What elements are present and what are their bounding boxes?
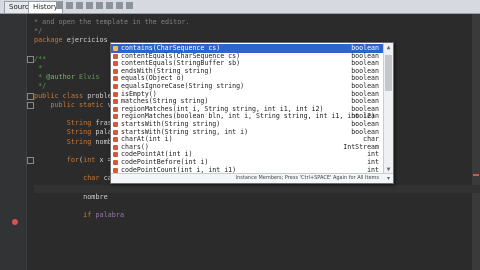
method-icon [113,106,118,112]
line-number-gutter [0,14,27,270]
find-icon[interactable] [76,2,83,9]
method-icon [113,68,118,74]
completion-hint: Instance Members; Press 'Ctrl+SPACE' Aga… [235,175,379,181]
code-token: * [34,64,43,72]
code-line: * and open the template in the editor. [34,18,190,26]
toolbar-icons [56,2,133,11]
method-icon [113,61,118,67]
method-icon [113,160,118,165]
completion-footer: Instance Members; Press 'Ctrl+SPACE' Aga… [111,173,393,183]
fold-icon[interactable] [27,101,34,109]
method-icon [113,122,118,127]
code-token: proble [87,91,112,100]
method-icon [113,144,118,150]
code-token: * [34,73,47,82]
code-token: palabra [95,211,125,220]
scroll-up-icon[interactable]: ▲ [385,44,392,51]
code-token: nombre [34,192,108,201]
scroll-thumb[interactable] [385,55,392,91]
method-icon [113,152,118,158]
code-token: char [34,174,104,183]
code-token: String [34,119,96,128]
error-icon [12,219,18,225]
fold-icon[interactable] [27,55,34,63]
method-icon [113,114,118,120]
code-token: int [83,156,100,164]
code-line: /** [34,55,46,63]
fold-icon[interactable] [27,157,34,164]
code-token: for [34,156,80,164]
scroll-down-icon[interactable]: ▼ [385,166,392,173]
code-line: */ [34,27,42,35]
code-line: * @author Elvis [34,73,100,82]
code-token: /** [34,54,47,63]
code-line: for(int x = [34,156,112,164]
method-icon [113,129,118,135]
editor-toolbar: Source History [0,0,480,14]
back-icon[interactable] [56,2,63,9]
toggle-bookmark-icon[interactable] [86,2,93,9]
code-line: public static v [34,100,111,109]
record-macro-icon[interactable] [126,2,133,9]
fold-icon[interactable] [27,92,34,100]
code-line: package ejercicios [34,36,108,44]
code-line: char car [34,174,116,182]
code-line: public class proble [34,92,112,100]
shift-right-icon[interactable] [106,2,113,9]
method-icon [113,84,118,89]
method-icon [113,76,118,82]
forward-icon[interactable] [66,2,73,9]
code-token: public static [34,100,108,109]
code-completion-popup[interactable]: contains(CharSequence cs) boolean contentE… [110,42,394,184]
code-line: String nombr [34,138,116,146]
method-icon [113,99,118,105]
code-line: String palab [34,128,116,136]
code-token: String [34,128,96,137]
code-token: String [34,137,96,146]
code-token: */ [34,82,47,91]
method-icon [113,91,118,97]
code-line: nombre [34,193,108,201]
shift-left-icon[interactable] [96,2,103,9]
code-token: if [34,211,96,220]
code-line: * [34,64,42,72]
code-token: public class [34,91,88,100]
method-icon [113,167,118,173]
code-token: */ [34,27,43,36]
code-token: package [34,36,67,45]
method-icon [113,53,118,59]
comment-icon[interactable] [116,2,123,9]
code-token: @author [46,73,75,82]
method-icon [113,137,118,143]
chevron-down-icon[interactable]: ▾ [387,174,390,183]
code-line: String frase [34,119,116,127]
code-token: Elvis [74,73,100,82]
completion-scrollbar[interactable]: ▲ ▼ [383,43,393,174]
code-line: if palabra [34,211,124,219]
code-token: ejercicios [66,36,108,45]
method-icon [113,46,118,51]
code-line: */ [34,82,46,90]
code-token: * and open the template in the editor. [34,18,190,26]
